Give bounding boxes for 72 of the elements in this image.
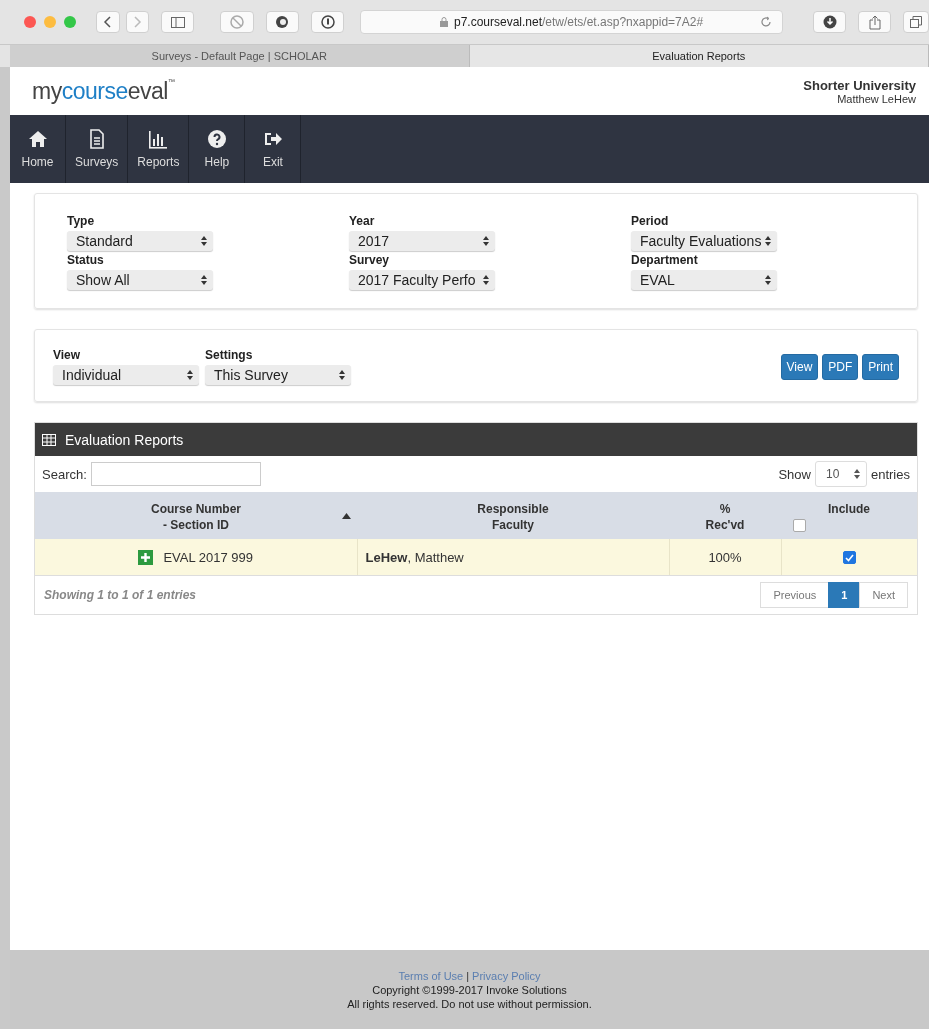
column-header[interactable]: Course Number - Section ID [35,492,357,539]
field-label: Period [631,214,670,228]
page-button[interactable]: Next [859,582,908,608]
reload-icon[interactable] [759,16,772,28]
logo: mycourseeval$^{™}$ [32,77,175,105]
field-label: Settings [205,348,254,362]
column-header[interactable]: Responsible Faculty [357,492,669,539]
sidebar-icon [170,16,185,28]
tabs-button[interactable] [903,11,929,33]
course-number: EVAL 2017 999 [163,549,254,565]
field-label: Type [67,214,96,228]
field-label: Status [67,253,105,267]
checkbox[interactable] [842,551,856,564]
dropdown[interactable]: 2017 [349,231,495,251]
checkbox[interactable] [793,519,806,532]
page-size-dropdown[interactable]: 10 [814,461,867,487]
expand-icon[interactable] [138,549,154,565]
bar-chart-icon [148,129,169,149]
table-cell: LeHew, Matthew [357,539,669,575]
lock-icon [439,17,448,27]
browser-tab[interactable]: Surveys - Default Page | SCHOLAR [10,45,470,67]
home-icon [27,129,48,149]
help-icon [206,129,227,149]
dropdown[interactable]: Standard [67,231,213,251]
page-button[interactable]: 1 [828,582,861,608]
user-name: Matthew LeHew [837,92,916,105]
panel-title: Evaluation Reports [65,431,184,448]
copyright-text: All rights reserved. Do not use without permission. [347,997,592,1010]
dropdown[interactable]: 2017 Faculty Perfo [349,270,495,290]
field-label: Department [631,253,699,267]
dropdown[interactable]: Faculty Evaluations [631,231,777,251]
forward-icon [132,16,143,28]
address-field[interactable]: p7.courseval.net/etw/ets/et.asp?nxappid=7A2# [360,10,783,34]
back-button[interactable] [96,11,120,33]
dropdown[interactable]: EVAL [631,270,777,290]
table-cell: 100% [669,539,781,575]
action-button[interactable]: View [780,353,819,380]
download-button[interactable] [812,11,847,33]
field-label: View [53,348,82,362]
field-label: Survey [349,253,391,267]
block-icon [229,15,244,29]
field-label: Year [349,214,376,228]
copyright-text: Copyright ©1999-2017 Invoke Solutions [372,983,567,996]
extension-button[interactable] [265,11,299,33]
extension-icon [275,15,290,29]
dropdown[interactable]: Individual [53,365,199,385]
share-icon [868,14,881,30]
organization-name: Shorter University [803,77,916,93]
password-button[interactable] [310,11,345,33]
column-header[interactable]: % Rec'vd [669,492,781,539]
block-button[interactable] [220,11,254,33]
stepper-icon [853,469,860,479]
column-header[interactable]: Include [781,492,917,539]
entries-label: entries [870,466,910,482]
share-button[interactable] [858,11,892,33]
tabs-icon [910,16,923,28]
page-button[interactable]: Previous [760,582,830,608]
window-controls-icon[interactable] [24,16,76,28]
search-field[interactable] [90,462,261,486]
dropdown[interactable]: This Survey [205,365,351,385]
info-icon [320,15,335,29]
search-label: Search: [42,466,87,482]
separator: | [466,969,470,982]
show-label: Show [778,466,811,482]
action-button[interactable]: Print [862,353,899,380]
download-icon [822,15,837,29]
sidebar-button[interactable] [161,11,195,33]
back-icon [102,16,113,28]
entries-info: Showing 1 to 1 of 1 entries [44,588,197,602]
table-icon [42,433,56,446]
action-button[interactable]: PDF [822,353,859,380]
dropdown[interactable]: Show All [67,270,213,290]
